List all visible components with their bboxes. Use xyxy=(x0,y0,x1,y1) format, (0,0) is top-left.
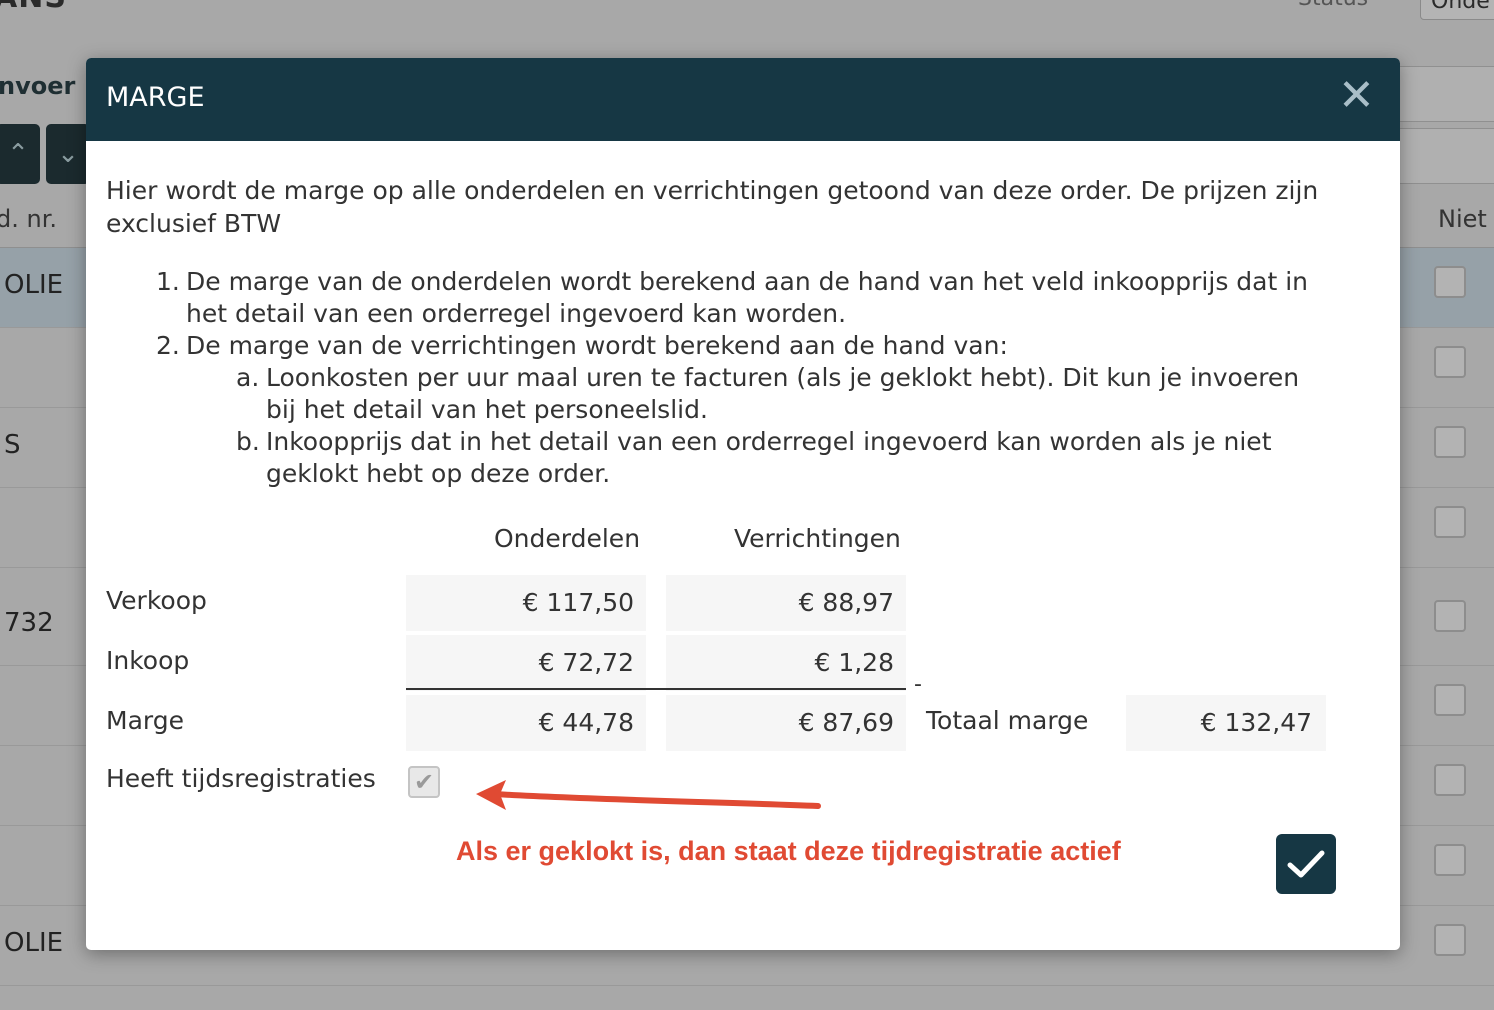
verkoop-onderdelen-value: € 117,50 xyxy=(406,575,646,631)
checkmark-icon xyxy=(1287,850,1325,878)
dialog-title: MARGE xyxy=(106,82,205,113)
list-text: De marge van de onderdelen wordt bereken… xyxy=(186,267,1309,328)
row-checkbox[interactable] xyxy=(1434,506,1466,538)
annotation-arrow-icon xyxy=(476,780,821,810)
filter-input[interactable] xyxy=(1398,128,1494,184)
collapse-up-button[interactable]: ⌃ xyxy=(0,124,40,184)
list-letter: a. xyxy=(236,363,260,392)
list-number: 2. xyxy=(156,331,180,360)
row-cell: 732 xyxy=(4,608,54,638)
column-header-onderdelen: Onderdelen xyxy=(494,524,641,553)
tijdsregistraties-label: Heeft tijdsregistraties xyxy=(106,764,376,793)
status-select[interactable]: Onde xyxy=(1420,0,1494,20)
row-checkbox[interactable] xyxy=(1434,346,1466,378)
marge-verrichtingen-value: € 87,69 xyxy=(666,695,906,751)
row-cell: OLIE xyxy=(4,928,64,958)
row-checkbox[interactable] xyxy=(1434,684,1466,716)
marge-dialog: MARGE ✕ Hier wordt de marge op alle onde… xyxy=(86,58,1400,950)
intro-text: Hier wordt de marge op alle onderdelen e… xyxy=(106,176,1319,238)
minus-sign: - xyxy=(914,672,922,697)
chevrons-down-icon: ⌄ xyxy=(57,139,79,169)
inkoop-label: Inkoop xyxy=(106,646,190,675)
totaal-marge-value: € 132,47 xyxy=(1126,695,1326,751)
verkoop-verrichtingen-value: € 88,97 xyxy=(666,575,906,631)
marge-label: Marge xyxy=(106,706,184,735)
marge-onderdelen-value: € 44,78 xyxy=(406,695,646,751)
inkoop-onderdelen-value: € 72,72 xyxy=(406,635,646,691)
explanation-list: 1. De marge van de onderdelen wordt berek… xyxy=(156,266,1336,490)
list-letter: b. xyxy=(236,427,260,456)
list-text: Inkoopprijs dat in het detail van een or… xyxy=(266,427,1272,488)
column-header-nr: d. nr. xyxy=(0,205,57,233)
row-checkbox[interactable] xyxy=(1434,844,1466,876)
row-checkbox[interactable] xyxy=(1434,266,1466,298)
verkoop-label: Verkoop xyxy=(106,586,207,615)
status-label: Status xyxy=(1298,0,1368,11)
totaal-marge-label: Totaal marge xyxy=(926,706,1089,735)
list-number: 1. xyxy=(156,267,180,296)
sublist-item: a. Loonkosten per uur maal uren te factur… xyxy=(236,362,1336,426)
filter-input[interactable] xyxy=(1398,66,1494,122)
chevrons-up-icon: ⌃ xyxy=(7,139,29,169)
close-button[interactable]: ✕ xyxy=(1338,74,1375,118)
confirm-button[interactable] xyxy=(1276,834,1336,894)
row-cell: S xyxy=(4,430,21,460)
page-title: ANS xyxy=(0,0,67,15)
list-item: 2. De marge van de verrichtingen wordt be… xyxy=(156,330,1336,362)
column-header-niet: Niet xyxy=(1438,205,1487,233)
inkoop-verrichtingen-value: € 1,28 xyxy=(666,635,906,691)
row-cell: OLIE xyxy=(4,270,64,300)
list-text: Loonkosten per uur maal uren te facturen… xyxy=(266,363,1300,424)
row-checkbox[interactable] xyxy=(1434,426,1466,458)
row-checkbox[interactable] xyxy=(1434,764,1466,796)
row-checkbox[interactable] xyxy=(1434,924,1466,956)
column-header-verrichtingen: Verrichtingen xyxy=(734,524,901,553)
tijdsregistraties-checkbox[interactable]: ✔ xyxy=(408,766,440,798)
checkmark-icon: ✔ xyxy=(413,768,435,796)
close-icon: ✕ xyxy=(1338,70,1375,121)
dialog-header: MARGE ✕ xyxy=(86,58,1400,141)
sublist-item: b. Inkoopprijs dat in het detail van een … xyxy=(236,426,1336,490)
list-text: De marge van de verrichtingen wordt bere… xyxy=(186,331,1008,360)
list-item: 1. De marge van de onderdelen wordt berek… xyxy=(156,266,1336,330)
expand-down-button[interactable]: ⌄ xyxy=(46,124,90,184)
subtraction-line xyxy=(406,688,906,690)
invoer-label: nvoer xyxy=(0,72,76,100)
annotation-text: Als er geklokt is, dan staat deze tijdre… xyxy=(456,836,1121,866)
row-checkbox[interactable] xyxy=(1434,600,1466,632)
